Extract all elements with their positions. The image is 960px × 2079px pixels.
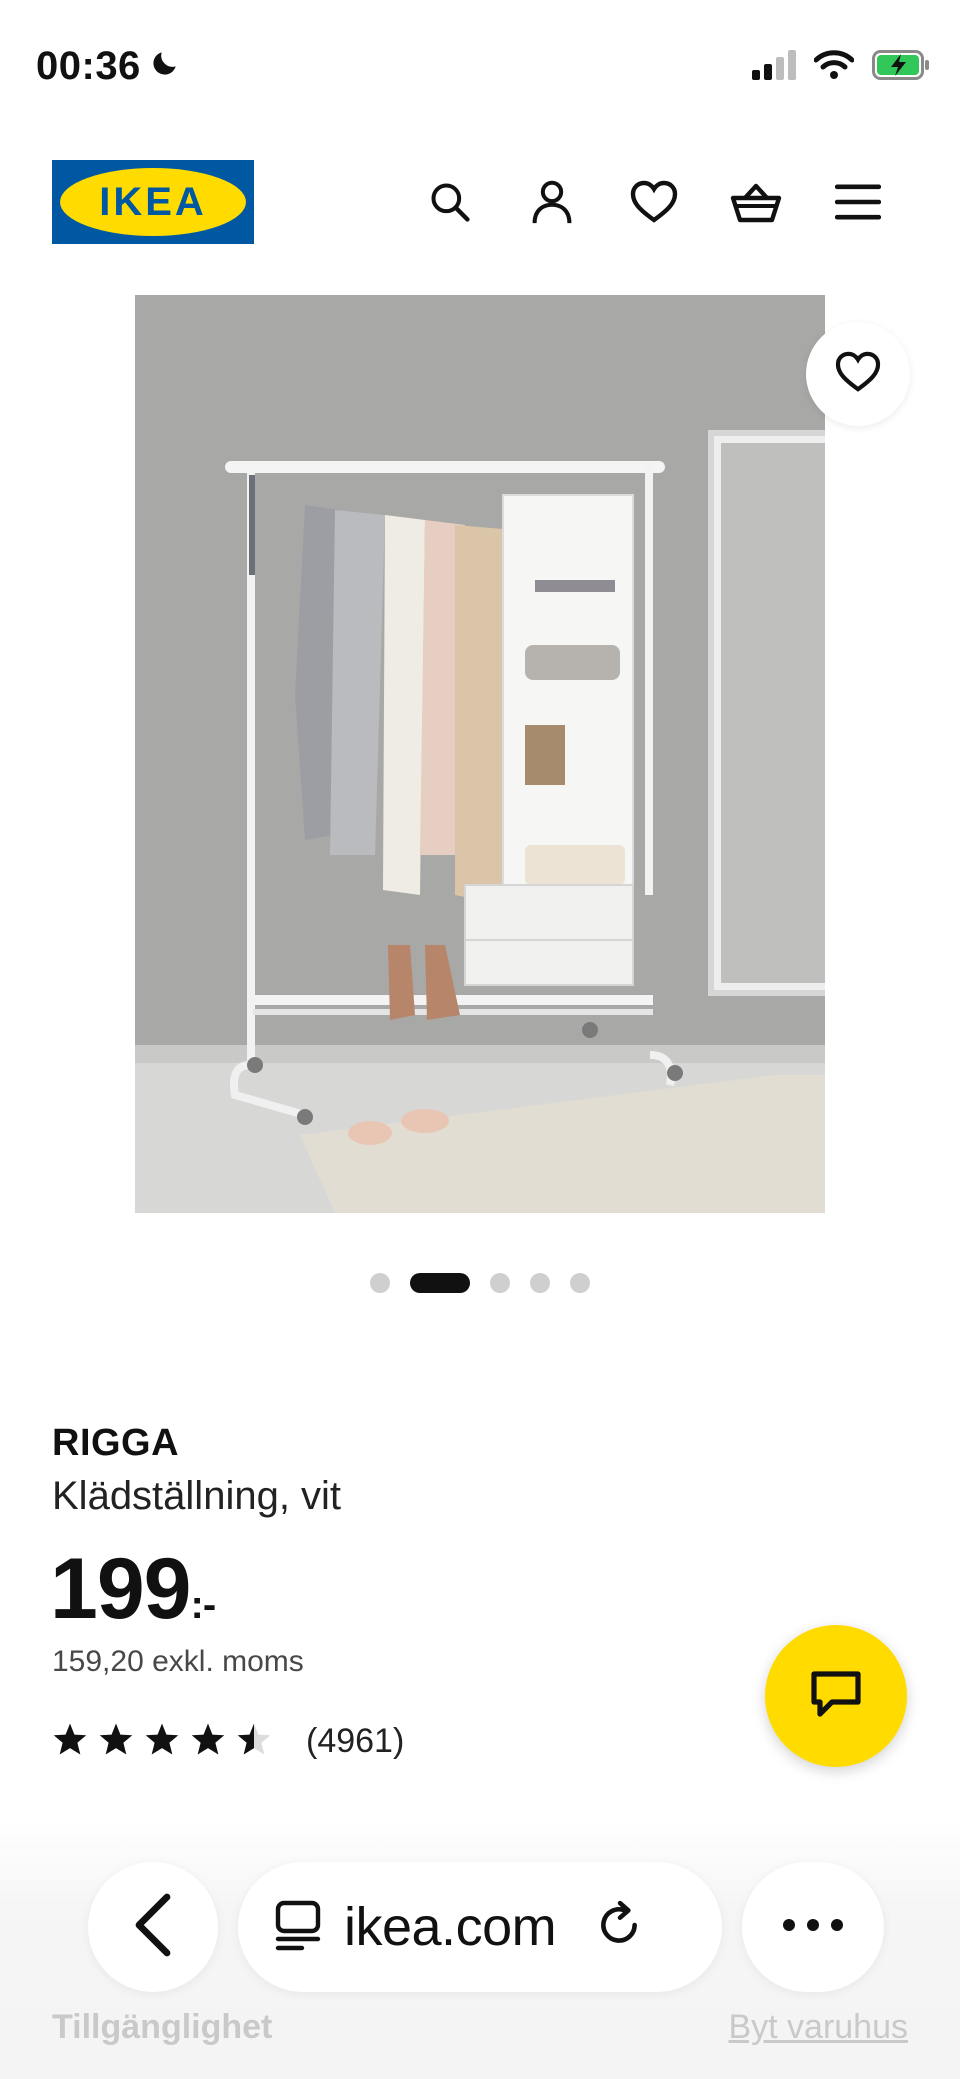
review-count: (4961) — [306, 1722, 405, 1760]
header-nav — [420, 172, 888, 232]
search-icon[interactable] — [420, 172, 480, 232]
chat-bubble-icon — [808, 1668, 864, 1725]
product-name: RIGGA — [52, 1422, 180, 1464]
accessibility-link[interactable]: Tillgänglighet — [52, 2008, 272, 2047]
url-text: ikea.com — [344, 1897, 557, 1957]
change-store-link[interactable]: Byt varuhus — [728, 2008, 908, 2047]
star-icon — [144, 1722, 180, 1761]
basket-icon[interactable] — [726, 172, 786, 232]
product-price: 199:- — [50, 1540, 217, 1639]
logo-ellipse: IKEA — [60, 168, 246, 236]
product-image[interactable] — [135, 295, 825, 1213]
status-time-text: 00:36 — [36, 44, 141, 88]
pagination-dot[interactable] — [530, 1273, 550, 1293]
browser-more-button[interactable] — [742, 1862, 884, 1992]
product-photo-illustration — [135, 295, 825, 1213]
price-excl-vat: 159,20 exkl. moms — [52, 1645, 304, 1678]
reload-icon[interactable] — [594, 1900, 644, 1955]
pagination-dot[interactable] — [570, 1273, 590, 1293]
ikea-logo[interactable]: IKEA — [52, 160, 254, 244]
more-dots-icon — [782, 1918, 844, 1937]
chat-button[interactable] — [765, 1625, 907, 1767]
browser-address-bar[interactable]: ikea.com — [238, 1862, 722, 1992]
image-pagination — [0, 1273, 960, 1293]
menu-icon[interactable] — [828, 172, 888, 232]
price-suffix: :- — [190, 1583, 217, 1627]
pagination-dot[interactable] — [490, 1273, 510, 1293]
pagination-dot[interactable] — [370, 1273, 390, 1293]
browser-back-button[interactable] — [88, 1862, 218, 1992]
cellular-signal-icon — [752, 50, 796, 85]
status-time: 00:36 — [36, 44, 181, 89]
price-main: 199 — [50, 1541, 191, 1637]
chevron-left-icon — [133, 1893, 173, 1962]
status-indicators — [752, 50, 930, 85]
battery-charging-icon — [872, 50, 930, 85]
moon-icon — [149, 44, 181, 89]
star-half-icon — [236, 1722, 272, 1761]
star-icon — [190, 1722, 226, 1761]
star-icon — [52, 1722, 88, 1761]
logo-text: IKEA — [99, 179, 207, 224]
heart-icon[interactable] — [624, 172, 684, 232]
wifi-icon — [813, 50, 855, 85]
page-reader-icon[interactable] — [274, 1899, 322, 1956]
add-to-favourites-button[interactable] — [806, 322, 910, 426]
product-description: Klädställning, vit — [52, 1474, 342, 1518]
account-icon[interactable] — [522, 172, 582, 232]
pagination-dot-active[interactable] — [410, 1273, 470, 1293]
product-rating[interactable]: (4961) — [52, 1722, 404, 1761]
star-icon — [98, 1722, 134, 1761]
heart-icon — [835, 351, 881, 398]
